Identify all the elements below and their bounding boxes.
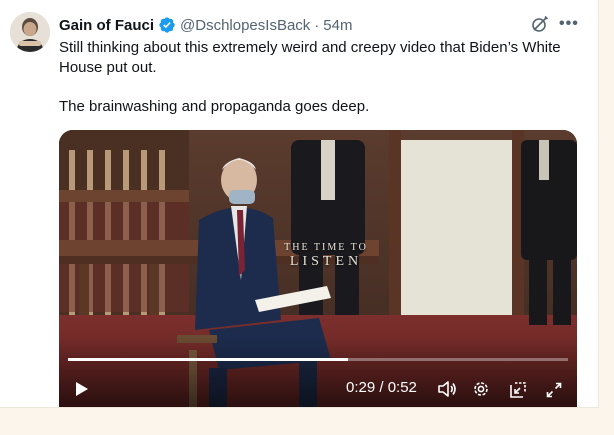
- verified-badge-icon: [159, 17, 175, 33]
- video-overlay-caption: THE TIME TO LISTEN: [271, 242, 381, 270]
- video-player[interactable]: THE TIME TO LISTEN 0:29 / 0:52: [59, 130, 577, 407]
- volume-icon[interactable]: [437, 380, 457, 398]
- display-name[interactable]: Gain of Fauci: [59, 17, 154, 34]
- tweet-header: Gain of Fauci @DschlopesIsBack · 54m: [59, 14, 352, 36]
- overlay-line-1: THE TIME TO: [284, 242, 368, 253]
- play-icon[interactable]: [75, 381, 89, 397]
- avatar[interactable]: [10, 12, 50, 52]
- tweet-paragraph: Still thinking about this extremely weir…: [59, 39, 561, 76]
- tweet-card: Gain of Fauci @DschlopesIsBack · 54m •••…: [0, 0, 599, 408]
- timestamp[interactable]: 54m: [323, 17, 352, 34]
- controls-backdrop: [59, 337, 577, 407]
- avatar-image: [10, 12, 50, 52]
- grok-icon[interactable]: [530, 14, 550, 34]
- user-handle[interactable]: @DschlopesIsBack: [180, 17, 310, 34]
- tweet-paragraph: The brainwashing and propaganda goes dee…: [59, 97, 370, 115]
- dock-icon[interactable]: [509, 381, 527, 399]
- video-progress-fill: [68, 358, 348, 361]
- settings-icon[interactable]: [472, 380, 490, 398]
- more-icon[interactable]: •••: [559, 15, 579, 33]
- overlay-line-2: LISTEN: [289, 254, 363, 269]
- separator-dot: ·: [314, 16, 320, 34]
- video-time-readout: 0:29 / 0:52: [346, 379, 417, 396]
- video-progress-bar[interactable]: [68, 358, 568, 361]
- tweet-text: Still thinking about this extremely weir…: [59, 38, 579, 116]
- fullscreen-icon[interactable]: [546, 382, 562, 398]
